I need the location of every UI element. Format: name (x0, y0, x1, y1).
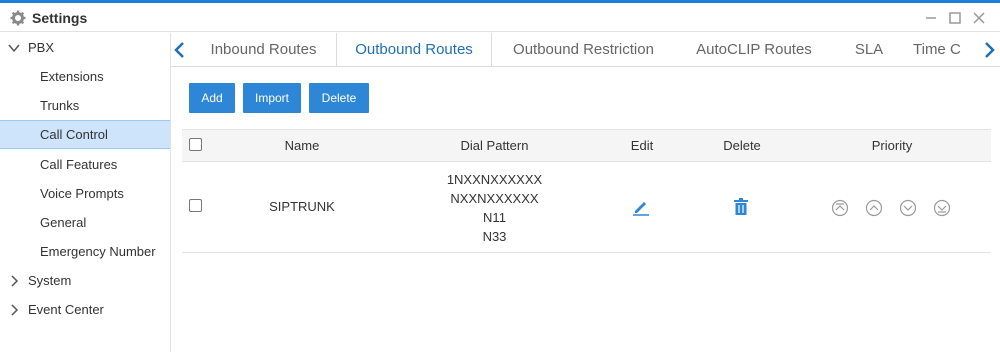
tab-inbound-routes[interactable]: Inbound Routes (191, 33, 336, 66)
tab-label: Outbound Restriction (513, 41, 654, 58)
column-header-dial-pattern: Dial Pattern (460, 138, 529, 153)
close-button[interactable] (970, 9, 988, 27)
delete-button[interactable]: Delete (309, 83, 369, 113)
row-select-checkbox[interactable] (189, 199, 202, 212)
column-header-edit: Edit (630, 138, 654, 153)
trash-icon[interactable] (733, 198, 749, 216)
import-button[interactable]: Import (243, 83, 301, 113)
tab-scroll-right-icon[interactable] (982, 41, 996, 59)
move-bottom-icon[interactable] (933, 199, 951, 217)
chevron-right-icon (11, 275, 19, 287)
sidebar-item-label: Call Features (40, 157, 118, 172)
tab-outbound-restriction[interactable]: Outbound Restriction (492, 33, 675, 66)
select-all-checkbox[interactable] (189, 138, 202, 151)
sidebar-item-voice-prompts[interactable]: Voice Prompts (0, 179, 170, 208)
dial-pattern: 1NXXNXXXXXX (446, 172, 543, 187)
tab-autoclip-routes[interactable]: AutoCLIP Routes (675, 33, 833, 66)
settings-sidebar: PBX Extensions Trunks Call Control Call … (0, 33, 171, 352)
pencil-icon[interactable] (632, 198, 650, 216)
dial-pattern: NXXNXXXXXX (450, 191, 539, 206)
tab-sla[interactable]: SLA (833, 33, 905, 66)
maximize-icon (949, 12, 961, 24)
chevron-down-icon (8, 44, 20, 53)
table-header: Name Dial Pattern Edit Delete Priority (182, 129, 991, 162)
column-header-priority: Priority (871, 138, 913, 153)
sidebar-item-general[interactable]: General (0, 208, 170, 237)
tab-outbound-routes[interactable]: Outbound Routes (336, 33, 492, 66)
minimize-button[interactable] (922, 9, 940, 27)
tab-scroll-left-icon[interactable] (173, 41, 187, 59)
sidebar-item-label: Trunks (40, 98, 80, 113)
tab-label: AutoCLIP Routes (696, 41, 812, 58)
close-icon (973, 12, 985, 24)
window-title: Settings (32, 10, 88, 26)
table-row: SIPTRUNK 1NXXNXXXXXX NXXNXXXXXX N11 N33 (182, 162, 991, 253)
maximize-button[interactable] (946, 9, 964, 27)
sidebar-item-label: Emergency Number (40, 244, 156, 259)
tab-bar: Inbound Routes Outbound Routes Outbound … (171, 33, 1000, 67)
add-button[interactable]: Add (189, 83, 235, 113)
column-header-name: Name (284, 138, 320, 153)
column-header-delete: Delete (723, 138, 761, 153)
sidebar-item-event-center[interactable]: Event Center (0, 295, 170, 324)
sidebar-item-emergency-number[interactable]: Emergency Number (0, 237, 170, 266)
tab-label: Time C (913, 41, 961, 58)
sidebar-item-call-features[interactable]: Call Features (0, 150, 170, 179)
chevron-right-icon (11, 304, 19, 316)
dial-pattern: N33 (482, 229, 507, 244)
sidebar-item-label: Voice Prompts (40, 186, 124, 201)
sidebar-item-system[interactable]: System (0, 266, 170, 295)
minimize-icon (926, 17, 936, 19)
move-top-icon[interactable] (831, 199, 849, 217)
gear-icon (10, 10, 26, 26)
move-up-icon[interactable] (865, 199, 883, 217)
tab-label: Inbound Routes (210, 41, 317, 58)
dial-pattern-list: 1NXXNXXXXXX NXXNXXXXXX N11 N33 (422, 170, 567, 246)
sidebar-item-label: Call Control (40, 127, 108, 142)
sidebar-item-label: Extensions (40, 69, 104, 84)
sidebar-item-extensions[interactable]: Extensions (0, 62, 170, 91)
tab-label: SLA (854, 41, 884, 58)
sidebar-item-trunks[interactable]: Trunks (0, 91, 170, 120)
dial-pattern: N11 (483, 210, 506, 225)
sidebar-item-pbx[interactable]: PBX (0, 33, 170, 62)
sidebar-item-call-control[interactable]: Call Control (0, 120, 170, 149)
route-name: SIPTRUNK (269, 199, 335, 214)
sidebar-item-label: General (40, 215, 87, 230)
window-titlebar: Settings (0, 3, 1000, 32)
move-down-icon[interactable] (899, 199, 917, 217)
tab-time-conditions[interactable]: Time C (913, 33, 979, 66)
tab-label: Outbound Routes (355, 41, 473, 58)
